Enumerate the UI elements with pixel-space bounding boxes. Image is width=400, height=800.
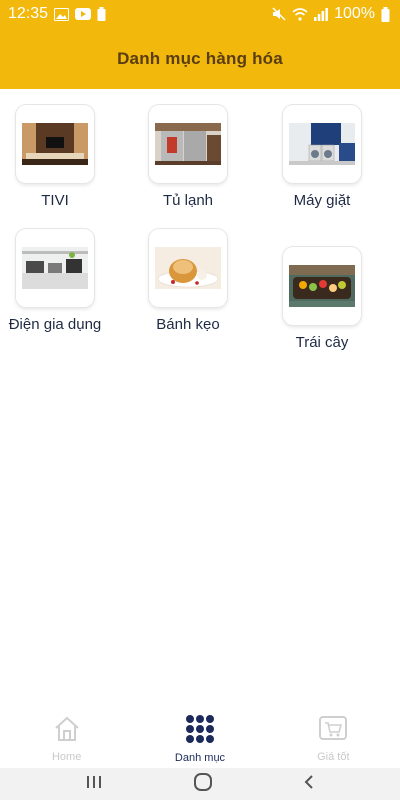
tv-room-photo — [16, 105, 94, 183]
kitchen-appliance-photo — [16, 229, 94, 307]
category-label: Máy giặt — [293, 192, 351, 209]
nav-label: Home — [51, 751, 82, 763]
system-nav-bar — [0, 768, 400, 800]
home-icon — [53, 715, 81, 748]
page-title: Danh mục hàng hóa — [117, 48, 283, 68]
status-time: 12:35 — [8, 5, 49, 22]
fridge-photo — [149, 105, 227, 183]
category-item-banh-keo[interactable]: Bánh kẹo — [128, 229, 248, 335]
category-label: Bánh kẹo — [156, 316, 220, 333]
back-icon[interactable] — [302, 774, 316, 795]
category-item-trai-cay[interactable]: Trái cây — [262, 247, 382, 353]
youtube-icon — [75, 8, 92, 20]
signal-icon — [314, 7, 328, 21]
bottom-nav: Home Danh mục Giá tốt — [0, 710, 400, 768]
category-item-may-giat[interactable]: Máy giặt — [262, 105, 382, 211]
grid-dots-icon — [185, 714, 215, 749]
battery-icon — [381, 6, 390, 22]
category-label: TIVI — [41, 192, 69, 209]
nav-label: Giá tốt — [317, 751, 350, 763]
shopping-cart-icon — [318, 715, 348, 748]
recent-apps-icon[interactable] — [84, 774, 104, 795]
nav-home[interactable]: Home — [0, 715, 133, 763]
status-bar: 12:35 100% — [0, 0, 400, 28]
category-item-tivi[interactable]: TIVI — [0, 105, 115, 211]
nav-best-price[interactable]: Giá tốt — [267, 715, 400, 763]
category-label: Tủ lạnh — [162, 192, 214, 209]
home-circle-icon[interactable] — [193, 772, 213, 796]
app-header: Danh mục hàng hóa — [0, 28, 400, 89]
image-icon — [54, 7, 70, 21]
category-label: Trái cây — [295, 334, 349, 351]
laundry-photo — [283, 105, 361, 183]
nav-categories[interactable]: Danh mục — [133, 714, 266, 764]
category-item-dien-gia-dung[interactable]: Điện gia dụng — [0, 229, 115, 335]
nav-label: Danh mục — [174, 752, 226, 764]
fruit-boat-photo — [283, 247, 361, 325]
cake-photo — [149, 229, 227, 307]
battery-saver-icon — [97, 7, 106, 21]
category-label: Điện gia dụng — [8, 316, 102, 333]
mute-icon — [272, 7, 286, 21]
category-item-tu-lanh[interactable]: Tủ lạnh — [128, 105, 248, 211]
wifi-icon — [292, 7, 308, 21]
battery-percent: 100% — [334, 5, 375, 22]
